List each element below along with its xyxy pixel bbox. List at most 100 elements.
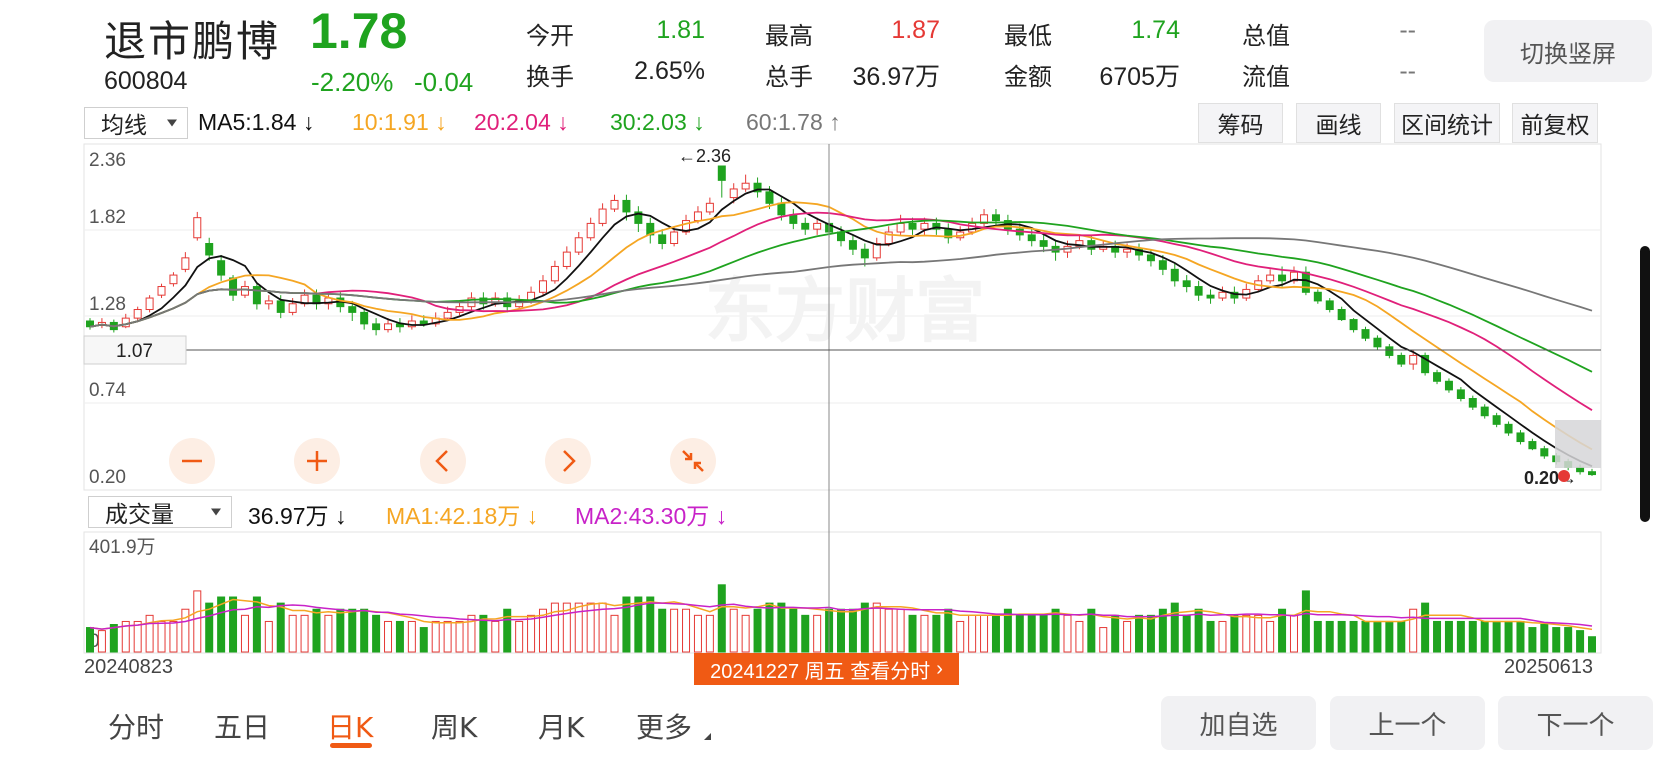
candle-body xyxy=(145,297,154,311)
candle-body xyxy=(1588,471,1596,476)
volume-bar xyxy=(1480,620,1489,653)
candle-body xyxy=(622,199,631,213)
volume-bar xyxy=(968,614,977,653)
volume-bar xyxy=(729,608,738,653)
volume-bar xyxy=(1123,620,1132,653)
candle-body xyxy=(574,237,583,253)
prev-stock-button[interactable]: 上一个 xyxy=(1330,696,1485,750)
selected-date-label: 20241227 周五 查看分时 xyxy=(710,660,931,683)
candle-body xyxy=(1361,329,1370,339)
max-price-marker: ←2.36 xyxy=(678,146,731,166)
volume-bar xyxy=(527,614,536,653)
volume-bar xyxy=(1313,620,1322,653)
volume-bar xyxy=(896,608,905,653)
volume-bar xyxy=(1397,620,1406,653)
zoom-in-button[interactable] xyxy=(294,438,340,484)
scroll-left-button[interactable] xyxy=(420,438,466,484)
volume-bar xyxy=(384,620,393,653)
volume-bar xyxy=(1182,614,1191,653)
tab-daily-k[interactable]: 日K xyxy=(327,706,373,746)
volume-tick-label: 401.9万 xyxy=(89,537,156,558)
volume-bar xyxy=(1516,620,1525,653)
volume-bar xyxy=(717,584,726,653)
candle-body xyxy=(1337,309,1346,321)
add-watchlist-button[interactable]: 加自选 xyxy=(1161,696,1316,750)
candle-body xyxy=(1492,415,1501,425)
volume-bar xyxy=(1099,627,1108,653)
candle-body xyxy=(1468,398,1477,408)
candle-body xyxy=(133,309,142,319)
candle-body xyxy=(717,165,726,181)
candle-body xyxy=(1194,286,1203,296)
volume-bar xyxy=(372,614,381,653)
next-stock-button[interactable]: 下一个 xyxy=(1498,696,1653,750)
volume-bar xyxy=(610,614,619,653)
candle-body xyxy=(789,214,798,224)
volume-bar xyxy=(264,620,273,653)
scroll-indicator[interactable] xyxy=(1640,246,1650,522)
tab-weekly-k[interactable]: 周K xyxy=(431,706,477,746)
candle-body xyxy=(1218,291,1227,299)
volume-bar xyxy=(515,620,524,653)
candle-body xyxy=(586,222,595,239)
volume-bar xyxy=(658,608,667,653)
candle-body xyxy=(360,311,369,325)
tab-intraday[interactable]: 分时 xyxy=(108,706,164,746)
start-date: 20240823 xyxy=(84,656,173,678)
volume-bar xyxy=(419,627,428,653)
zoom-out-button[interactable] xyxy=(169,438,215,484)
volume-bar xyxy=(991,614,1000,653)
active-tab-indicator xyxy=(330,743,372,748)
volume-bar xyxy=(1194,608,1203,653)
volume-bar xyxy=(932,614,941,653)
volume-bar xyxy=(1266,620,1275,653)
tab-five-day[interactable]: 五日 xyxy=(214,706,270,746)
more-caret-icon xyxy=(704,733,711,740)
candle-body xyxy=(1397,354,1406,365)
volume-bar xyxy=(1075,620,1084,653)
tab-monthly-k[interactable]: 月K xyxy=(538,706,584,746)
collapse-icon[interactable] xyxy=(670,438,716,484)
volume-bar xyxy=(1588,636,1596,653)
candle-body xyxy=(550,265,559,282)
chevron-right-icon: › xyxy=(936,657,943,680)
volume-bar xyxy=(1015,614,1024,653)
candle-body xyxy=(1385,346,1394,356)
selected-date-button[interactable]: 20241227 周五 查看分时 › xyxy=(694,653,959,685)
volume-bar xyxy=(169,620,178,653)
candle-body xyxy=(443,311,452,319)
volume-bar xyxy=(1361,620,1370,653)
volume-bar xyxy=(1206,620,1215,653)
volume-bar xyxy=(741,614,750,653)
volume-bar xyxy=(884,608,893,653)
tab-more[interactable]: 更多 xyxy=(636,706,692,746)
candle-body xyxy=(777,202,786,216)
volume-bars-layer xyxy=(86,584,1596,653)
candle-body xyxy=(693,211,702,222)
price-tick-label: 0.20 xyxy=(89,467,126,488)
volume-bar xyxy=(705,614,714,653)
volume-bar xyxy=(240,614,249,653)
volume-bar xyxy=(801,614,810,653)
candle-body xyxy=(1409,354,1418,365)
candle-body xyxy=(193,217,202,239)
volume-bar xyxy=(837,608,845,653)
candle-body xyxy=(813,222,822,230)
volume-bar xyxy=(145,614,154,653)
candle-body xyxy=(372,323,381,331)
candle-body xyxy=(157,286,166,296)
volume-bar xyxy=(431,620,440,653)
volume-bar xyxy=(97,630,106,653)
volume-bar xyxy=(1456,620,1465,653)
price-tick-label: 1.28 xyxy=(89,294,126,315)
candle-body xyxy=(240,286,249,296)
candle-body xyxy=(920,222,929,230)
volume-bar xyxy=(670,608,679,653)
scroll-right-button[interactable] xyxy=(545,438,591,484)
candle-body xyxy=(1206,294,1215,299)
volume-bar xyxy=(86,627,94,653)
volume-bar xyxy=(1385,620,1394,653)
volume-bar xyxy=(1170,602,1179,653)
candle-body xyxy=(348,306,357,313)
volume-bar xyxy=(348,608,357,653)
